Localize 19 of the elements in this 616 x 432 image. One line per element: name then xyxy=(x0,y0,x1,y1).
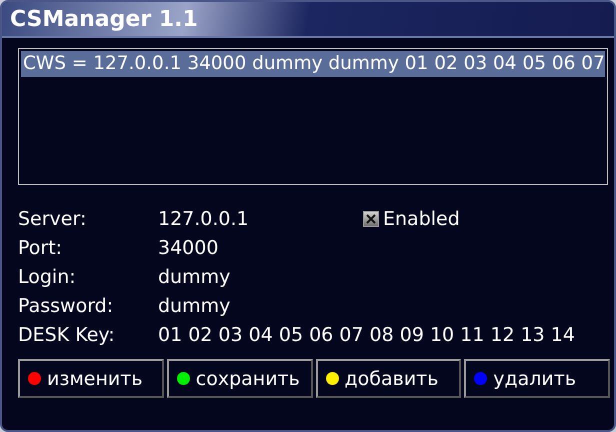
field-value: 127.0.0.1 xyxy=(158,207,250,231)
window-title: CSManager 1.1 xyxy=(10,6,198,32)
field-label: DESK Key: xyxy=(18,323,116,347)
field-value: 34000 xyxy=(158,236,220,260)
field-value: dummy xyxy=(158,294,232,318)
action-button[interactable]: сохранить xyxy=(166,359,312,398)
field-value: dummy xyxy=(158,265,232,289)
checkbox[interactable] xyxy=(363,211,379,227)
checkbox-label: Enabled xyxy=(383,207,460,231)
field-value: 01 02 03 04 05 06 07 08 09 10 11 12 13 14 xyxy=(158,323,576,347)
field-label: Login: xyxy=(18,265,77,289)
field-label: Port: xyxy=(18,236,64,260)
cross-icon xyxy=(365,213,377,225)
list-item[interactable]: CWS = 127.0.0.1 34000 dummy dummy 01 02 03 04 05 06 07 xyxy=(21,51,605,77)
action-button[interactable]: удалить xyxy=(464,359,610,398)
field-label: Server: xyxy=(18,207,88,231)
action-button[interactable]: добавить xyxy=(316,359,462,398)
field-label: Password: xyxy=(18,294,114,318)
action-button[interactable]: изменить xyxy=(18,359,164,398)
